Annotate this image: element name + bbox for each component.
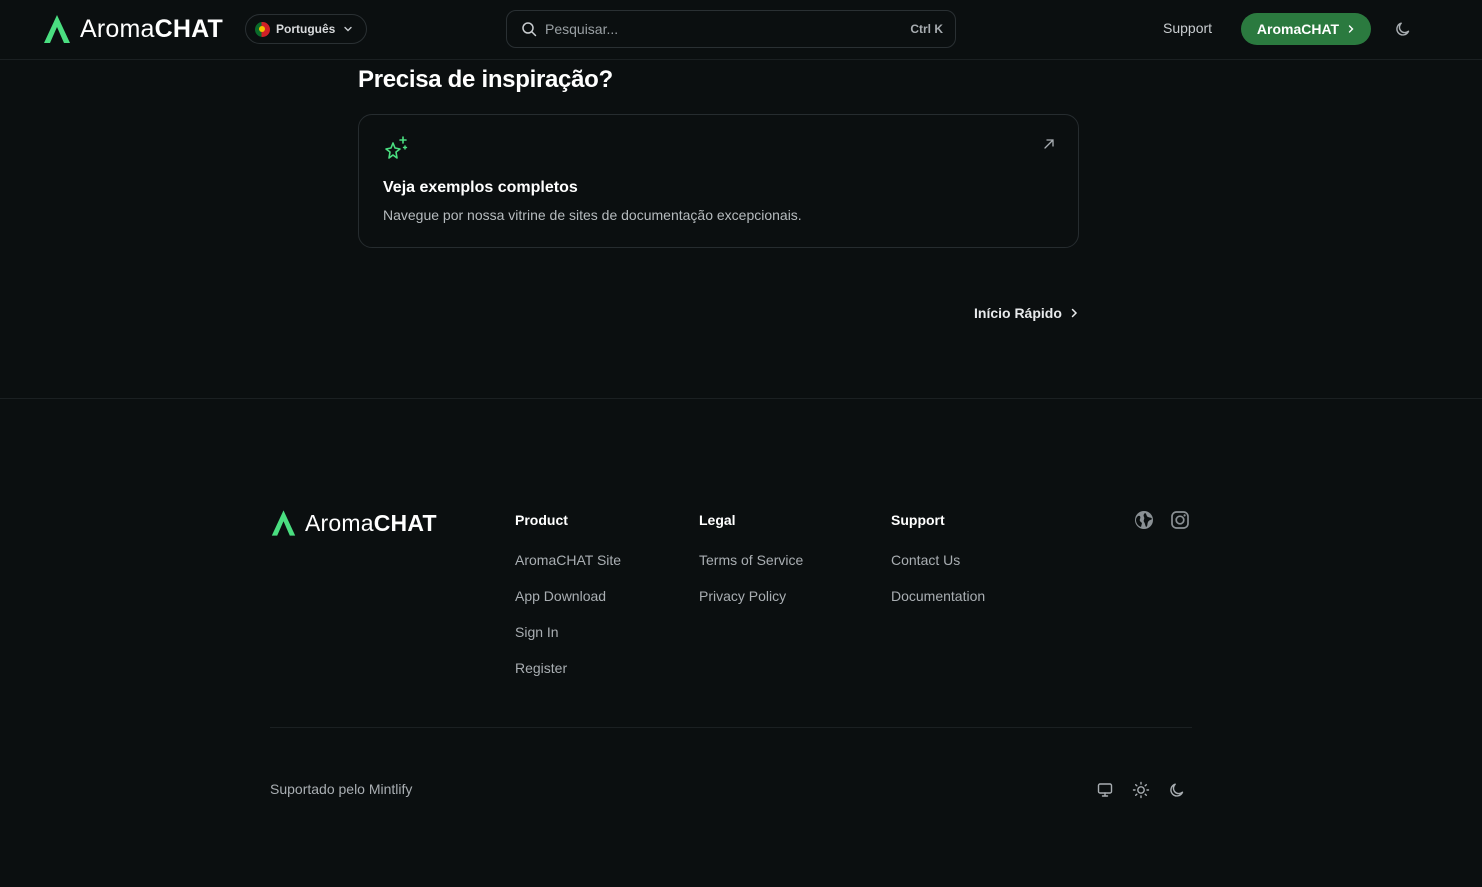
logo-mark-icon	[44, 15, 70, 43]
card-description: Navegue por nossa vitrine de sites de do…	[383, 207, 802, 223]
language-label: Português	[276, 22, 336, 36]
sparkle-star-icon	[385, 136, 408, 159]
examples-card[interactable]: Veja exemplos completos Navegue por noss…	[358, 114, 1079, 248]
card-title: Veja exemplos completos	[383, 179, 578, 196]
footer-link-app-download[interactable]: App Download	[515, 588, 621, 606]
sun-icon[interactable]	[1132, 781, 1150, 799]
language-selector[interactable]: Português	[245, 14, 367, 44]
brand-wordmark: AromaCHAT	[80, 14, 224, 43]
monitor-icon[interactable]	[1096, 781, 1114, 799]
footer-column-title: Product	[515, 512, 568, 528]
moon-icon[interactable]	[1394, 20, 1412, 38]
footer-column-legal: Legal Terms of Service Privacy Policy	[699, 512, 803, 624]
instagram-icon[interactable]	[1170, 510, 1190, 530]
footer-column-title: Support	[891, 512, 945, 528]
footer-column-product: Product AromaCHAT Site App Download Sign…	[515, 512, 621, 696]
top-navbar: AromaCHAT Português Pesquisar... Ctrl K …	[0, 0, 1482, 60]
footer-column-support: Support Contact Us Documentation	[891, 512, 985, 624]
footer-link-documentation[interactable]: Documentation	[891, 588, 985, 606]
search-shortcut: Ctrl K	[910, 22, 943, 36]
footer-brand-wordmark: AromaCHAT	[305, 509, 437, 536]
search-bar[interactable]: Pesquisar... Ctrl K	[506, 10, 956, 48]
globe-icon[interactable]	[1134, 510, 1154, 530]
footer-divider	[270, 727, 1192, 728]
footer-link-register[interactable]: Register	[515, 660, 621, 678]
section-divider	[0, 398, 1482, 399]
brand-logo[interactable]: AromaCHAT	[42, 14, 223, 44]
footer-link-terms[interactable]: Terms of Service	[699, 552, 803, 570]
powered-by-link[interactable]: Suportado pelo Mintlify	[270, 781, 412, 797]
footer-link-aromachat-site[interactable]: AromaCHAT Site	[515, 552, 621, 570]
footer-column-title: Legal	[699, 512, 736, 528]
external-arrow-icon	[1044, 139, 1054, 149]
next-page-label: Início Rápido	[974, 305, 1062, 321]
social-links	[1134, 510, 1190, 530]
page-heading: Precisa de inspiração?	[358, 66, 613, 93]
logo-mark-icon	[271, 510, 296, 536]
chevron-down-icon	[344, 26, 353, 32]
support-link[interactable]: Support	[1163, 20, 1212, 36]
chevron-right-icon	[1071, 308, 1077, 318]
footer-link-privacy[interactable]: Privacy Policy	[699, 588, 803, 606]
moon-icon[interactable]	[1168, 781, 1186, 799]
next-page-link[interactable]: Início Rápido	[974, 305, 1078, 321]
search-placeholder: Pesquisar...	[545, 21, 619, 37]
aromachat-cta-button[interactable]: AromaCHAT	[1241, 13, 1371, 45]
footer-link-contact[interactable]: Contact Us	[891, 552, 985, 570]
footer-brand-logo[interactable]: AromaCHAT	[270, 509, 437, 537]
portugal-flag-icon	[255, 21, 270, 37]
search-icon	[522, 22, 537, 37]
theme-switcher	[1096, 781, 1186, 799]
footer-link-sign-in[interactable]: Sign In	[515, 624, 621, 642]
chevron-right-icon	[1348, 25, 1354, 33]
cta-label: AromaCHAT	[1256, 21, 1340, 37]
